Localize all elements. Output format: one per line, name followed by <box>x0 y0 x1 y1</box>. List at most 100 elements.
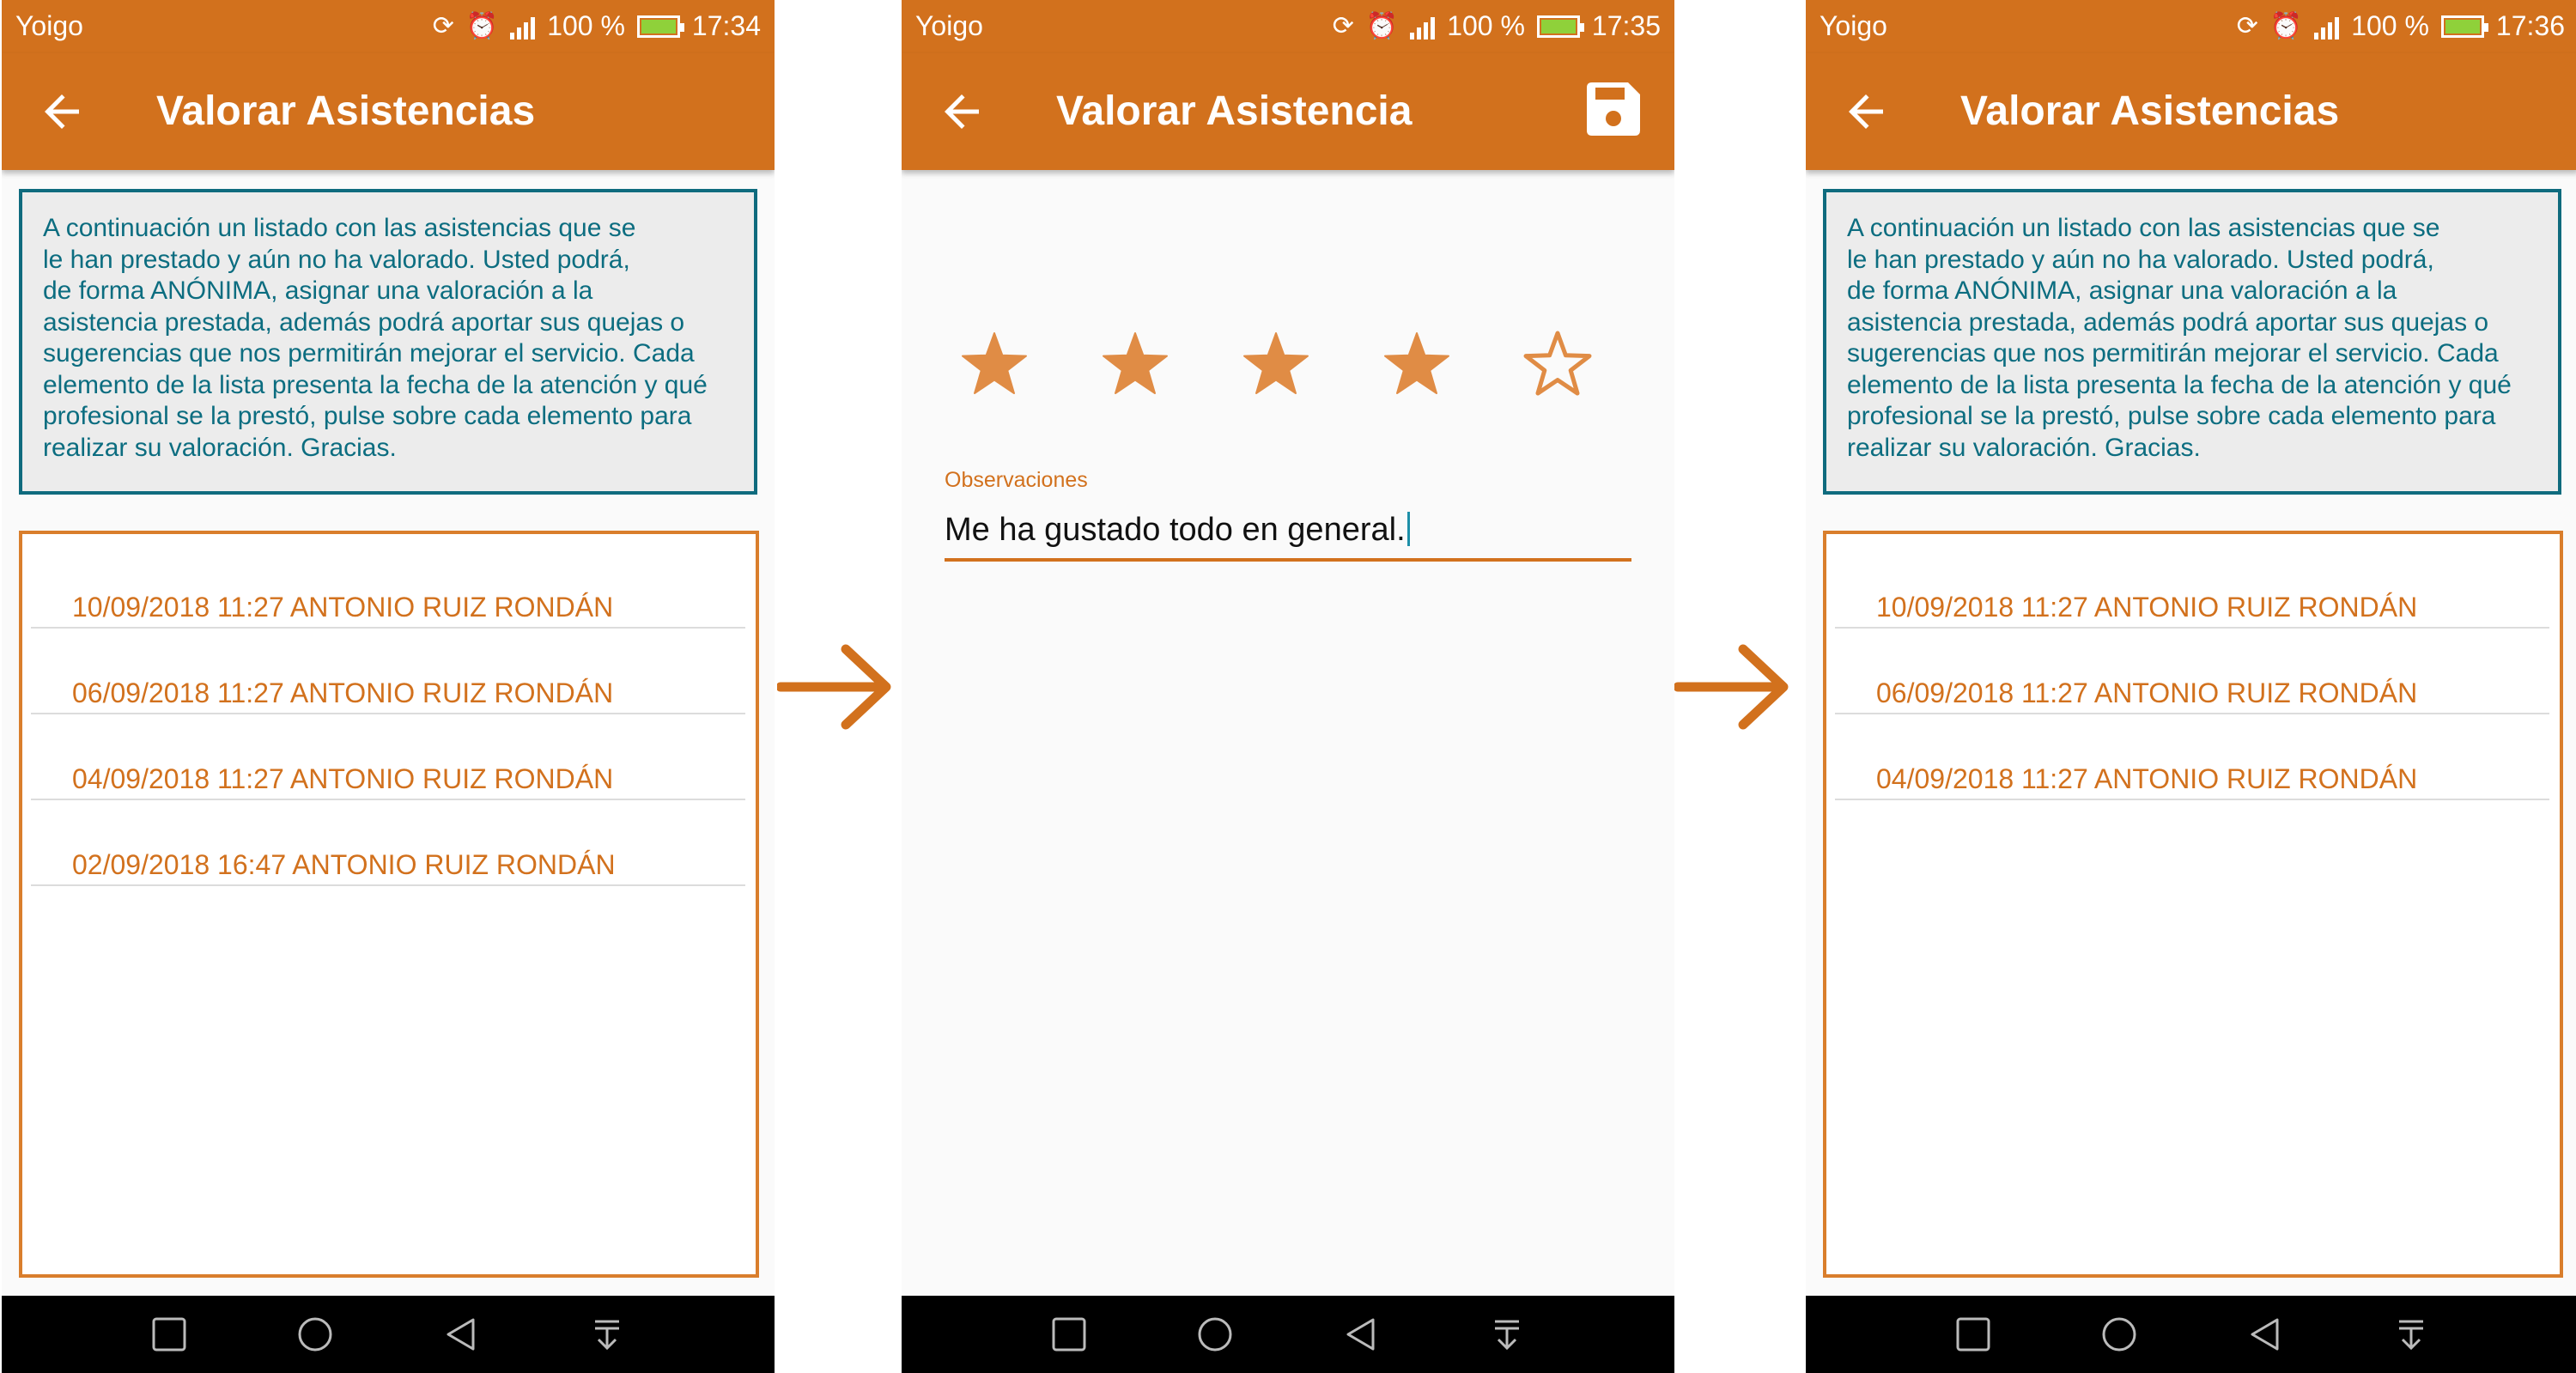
battery-icon <box>2440 15 2488 38</box>
info-line: sugerencias que nos permitirán mejorar e… <box>43 339 695 368</box>
info-line: profesional se la prestó, pulse sobre ca… <box>43 402 692 430</box>
list-item-label: 10/09/2018 11:27 ANTONIO RUIZ RONDÁN <box>72 592 614 623</box>
home-button[interactable] <box>272 1296 358 1373</box>
observations-field[interactable]: Me ha gustado todo en general. <box>945 510 1631 562</box>
recents-button[interactable] <box>1930 1296 2016 1373</box>
phone-screen-rating: Yoigo ⟳ ⏰ 100 % 17:35 Valorar Asistencia… <box>902 0 1674 1373</box>
sync-icon: ⟳ <box>432 11 454 40</box>
notifications-button[interactable] <box>2368 1296 2454 1373</box>
notification-pull-icon <box>2399 1320 2423 1351</box>
notification-pull-icon <box>595 1320 619 1351</box>
info-line: asistencia prestada, además podrá aporta… <box>43 307 685 337</box>
info-line: profesional se la prestó, pulse sobre ca… <box>1847 402 2496 430</box>
observations-text: Me ha gustado todo en general. <box>945 512 1406 548</box>
app-bar: Valorar Asistencia <box>902 53 1674 170</box>
list-item[interactable]: 06/09/2018 11:27 ANTONIO RUIZ RONDÁN <box>1835 629 2549 714</box>
back-button[interactable] <box>1840 86 1892 137</box>
info-line: elemento de la lista presenta la fecha d… <box>1847 370 2512 399</box>
back-nav-button[interactable] <box>2222 1296 2308 1373</box>
star-filled-icon[interactable] <box>1237 326 1315 404</box>
list-item-label: 06/09/2018 11:27 ANTONIO RUIZ RONDÁN <box>72 677 614 708</box>
info-line: le han prestado y aún no ha valorado. Us… <box>43 245 630 274</box>
back-button[interactable] <box>936 86 987 137</box>
list-item[interactable]: 04/09/2018 11:27 ANTONIO RUIZ RONDÁN <box>31 714 745 800</box>
battery-percent: 100 % <box>2351 10 2429 41</box>
arrow-right-icon <box>1674 644 1789 730</box>
info-panel: A continuación un listado con las asiste… <box>1823 189 2561 495</box>
notifications-button[interactable] <box>1464 1296 1550 1373</box>
info-line: realizar su valoración. Gracias. <box>43 433 397 462</box>
list-item-label: 04/09/2018 11:27 ANTONIO RUIZ RONDÁN <box>1876 763 2418 794</box>
app-bar: Valorar Asistencias <box>1806 53 2576 170</box>
nav-bar <box>1806 1296 2576 1373</box>
list-item[interactable]: 10/09/2018 11:27 ANTONIO RUIZ RONDÁN <box>31 543 745 629</box>
back-nav-button[interactable] <box>1318 1296 1404 1373</box>
alarm-icon: ⏰ <box>1365 11 1399 40</box>
info-line: asistencia prestada, además podrá aporta… <box>1847 307 2489 337</box>
alarm-icon: ⏰ <box>2269 11 2303 40</box>
info-line: le han prestado y aún no ha valorado. Us… <box>1847 245 2434 274</box>
rating-stars[interactable] <box>902 326 1674 412</box>
carrier-name: Yoigo <box>915 10 983 41</box>
info-panel: A continuación un listado con las asiste… <box>19 189 757 495</box>
circle-icon <box>2102 1317 2136 1352</box>
sync-icon: ⟳ <box>1332 11 1354 40</box>
info-line: de forma ANÓNIMA, asignar una valoración… <box>1847 276 2397 305</box>
square-icon <box>1956 1317 1990 1352</box>
triangle-back-icon <box>447 1318 475 1351</box>
list-item-label: 04/09/2018 11:27 ANTONIO RUIZ RONDÁN <box>72 763 614 794</box>
star-filled-icon[interactable] <box>1378 326 1455 404</box>
triangle-back-icon <box>2251 1318 2279 1351</box>
battery-icon <box>1536 15 1584 38</box>
attendance-list: 10/09/2018 11:27 ANTONIO RUIZ RONDÁN 06/… <box>19 531 759 1278</box>
observations-label: Observaciones <box>945 468 1088 492</box>
list-item[interactable]: 06/09/2018 11:27 ANTONIO RUIZ RONDÁN <box>31 629 745 714</box>
home-button[interactable] <box>1172 1296 1258 1373</box>
floppy-disk-icon <box>1587 82 1640 136</box>
phone-screen-list: Yoigo ⟳ ⏰ 100 % 17:34 Valorar Asistencia… <box>2 0 775 1373</box>
star-filled-icon[interactable] <box>1097 326 1174 404</box>
recents-button[interactable] <box>126 1296 212 1373</box>
square-icon <box>152 1317 186 1352</box>
sync-icon: ⟳ <box>2236 11 2258 40</box>
page-title: Valorar Asistencias <box>156 88 536 134</box>
alarm-icon: ⏰ <box>465 11 499 40</box>
list-item[interactable]: 10/09/2018 11:27 ANTONIO RUIZ RONDÁN <box>1835 543 2549 629</box>
arrow-left-icon <box>1849 94 1883 129</box>
clock: 17:36 <box>2495 10 2565 41</box>
back-nav-button[interactable] <box>418 1296 504 1373</box>
carrier-name: Yoigo <box>15 10 83 41</box>
info-line: A continuación un listado con las asiste… <box>43 214 636 242</box>
back-button[interactable] <box>36 86 88 137</box>
nav-bar <box>902 1296 1674 1373</box>
arrow-left-icon <box>945 94 979 129</box>
square-icon <box>1052 1317 1086 1352</box>
save-button[interactable] <box>1585 81 1642 137</box>
notifications-button[interactable] <box>564 1296 650 1373</box>
status-bar: Yoigo ⟳ ⏰ 100 % 17:36 <box>1806 0 2576 53</box>
signal-icon <box>510 14 536 39</box>
info-line: de forma ANÓNIMA, asignar una valoración… <box>43 276 593 305</box>
star-filled-icon[interactable] <box>956 326 1033 404</box>
info-line: elemento de la lista presenta la fecha d… <box>43 370 708 399</box>
list-item-label: 06/09/2018 11:27 ANTONIO RUIZ RONDÁN <box>1876 677 2418 708</box>
carrier-name: Yoigo <box>1820 10 1887 41</box>
home-button[interactable] <box>2076 1296 2162 1373</box>
battery-percent: 100 % <box>547 10 625 41</box>
status-bar: Yoigo ⟳ ⏰ 100 % 17:34 <box>2 0 775 53</box>
status-bar: Yoigo ⟳ ⏰ 100 % 17:35 <box>902 0 1674 53</box>
list-item[interactable]: 04/09/2018 11:27 ANTONIO RUIZ RONDÁN <box>1835 714 2549 800</box>
clock: 17:35 <box>1591 10 1661 41</box>
star-outline-icon[interactable] <box>1519 326 1596 404</box>
attendance-list: 10/09/2018 11:27 ANTONIO RUIZ RONDÁN 06/… <box>1823 531 2563 1278</box>
page-title: Valorar Asistencias <box>1960 88 2340 134</box>
list-item[interactable]: 02/09/2018 16:47 ANTONIO RUIZ RONDÁN <box>31 800 745 886</box>
page-title: Valorar Asistencia <box>1056 88 1413 134</box>
arrow-right-icon <box>777 644 891 730</box>
triangle-back-icon <box>1346 1318 1375 1351</box>
battery-icon <box>636 15 684 38</box>
recents-button[interactable] <box>1026 1296 1112 1373</box>
app-bar: Valorar Asistencias <box>2 53 775 170</box>
info-line: realizar su valoración. Gracias. <box>1847 433 2201 462</box>
notification-pull-icon <box>1495 1320 1519 1351</box>
